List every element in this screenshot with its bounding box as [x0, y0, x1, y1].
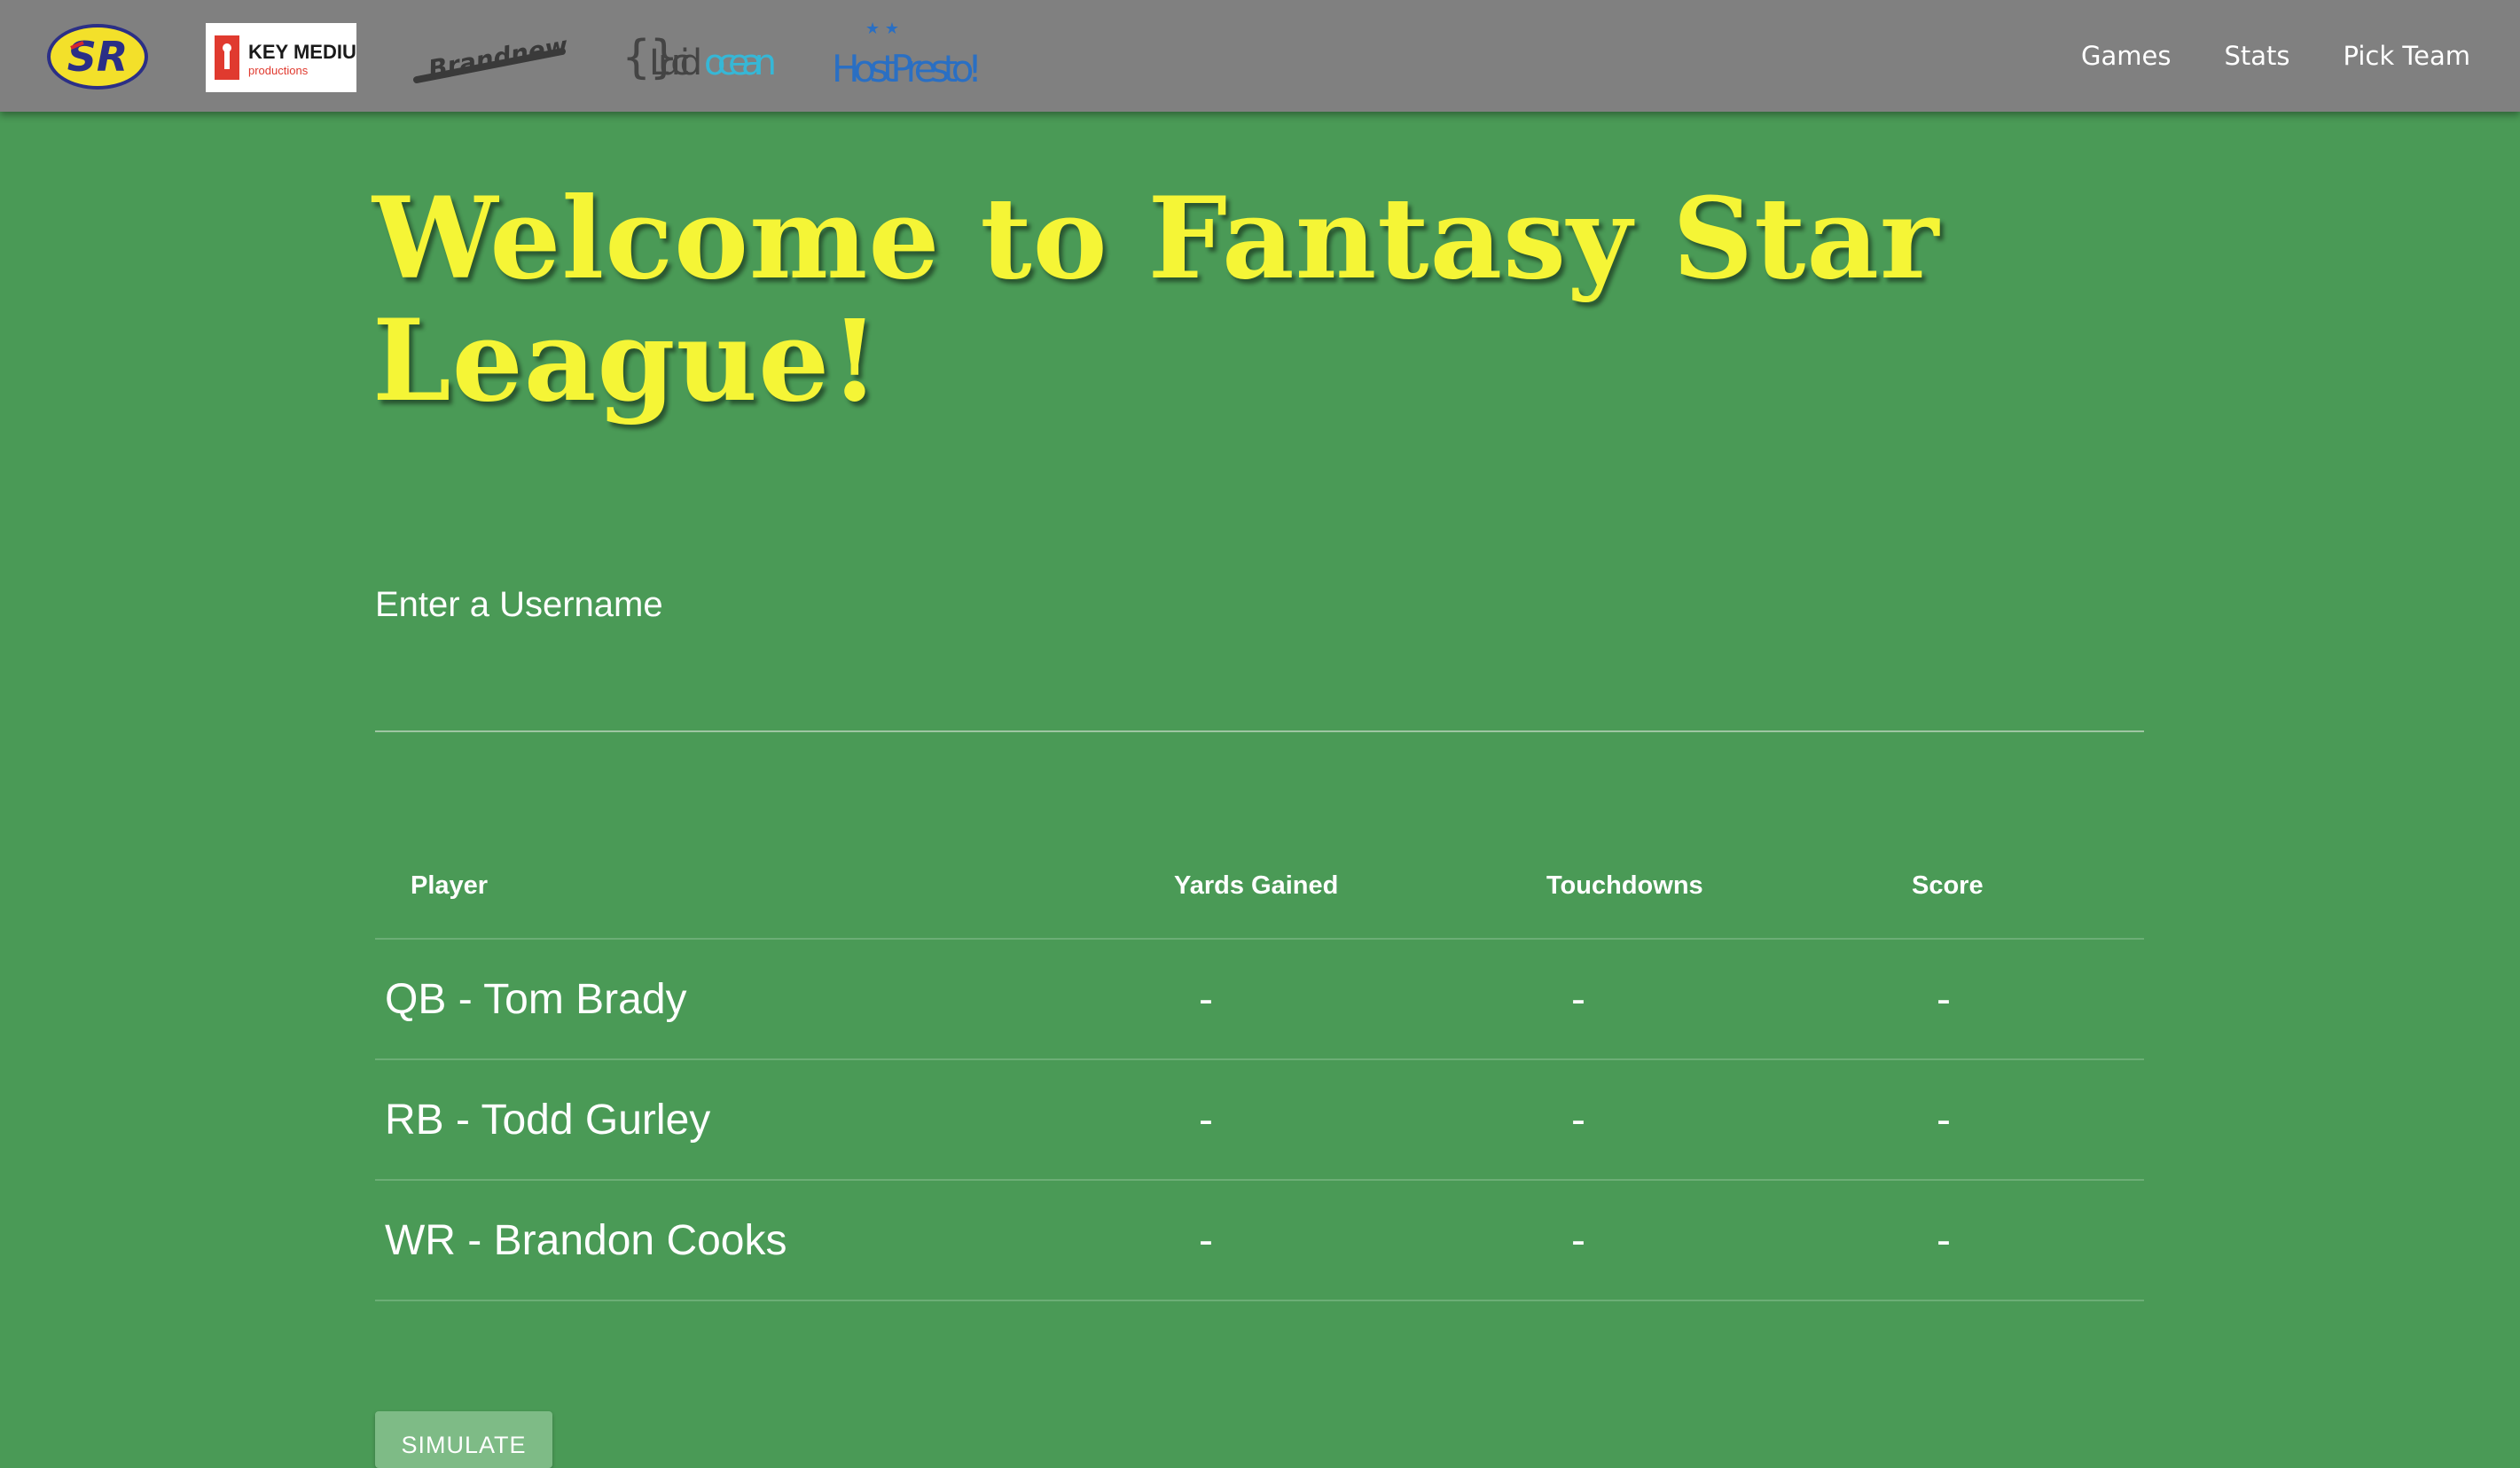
player-name: RB - Todd Gurley — [375, 1059, 1169, 1181]
player-name: QB - Tom Brady — [375, 939, 1169, 1060]
yards-gained-value: - — [1169, 1059, 1541, 1181]
yards-gained-value: - — [1169, 1180, 1541, 1301]
keymedium-logo[interactable]: KEY MEDIUM productions — [206, 23, 356, 92]
hostpresto-logo-text: HostPresto! — [832, 47, 982, 90]
touchdowns-value: - — [1541, 939, 1906, 1060]
score-value: - — [1906, 1059, 2144, 1181]
page-title: Welcome to Fantasy Star League! — [372, 173, 1940, 426]
player-name: WR - Brandon Cooks — [375, 1180, 1169, 1301]
simulate-button[interactable]: SIMULATE — [375, 1411, 552, 1468]
hostpresto-logo[interactable]: ★ ★ HostPresto! — [828, 14, 988, 94]
username-input[interactable] — [375, 647, 2144, 732]
table-row: WR - Brandon Cooks - - - — [375, 1180, 2144, 1301]
username-label: Enter a Username — [375, 585, 663, 624]
column-header-score: Score — [1906, 833, 2144, 940]
nav-links: Games Stats Pick Team — [2081, 0, 2470, 112]
table-row: QB - Tom Brady - - - — [375, 939, 2144, 1060]
lucidocean-logo-graphic: {} Lucid ocean — [622, 31, 777, 84]
touchdowns-value: - — [1541, 1180, 1906, 1301]
keymedium-logo-text: KEY MEDIUM — [248, 41, 356, 63]
table-row: RB - Todd Gurley - - - — [375, 1059, 2144, 1181]
keymedium-logo-graphic: KEY MEDIUM productions — [215, 35, 356, 80]
brandnewweb-logo-graphic: Brandnew web — [413, 21, 569, 84]
player-stats-table: Player Yards Gained Touchdowns Score QB … — [375, 833, 2144, 1301]
svg-text:★ ★: ★ ★ — [865, 20, 899, 38]
nav-link-games[interactable]: Games — [2081, 41, 2171, 71]
nav-link-stats[interactable]: Stats — [2224, 41, 2289, 71]
sr-logo-graphic: SR — [47, 24, 148, 90]
lucidocean-logo-text-light: ocean — [704, 43, 777, 83]
yards-gained-value: - — [1169, 939, 1541, 1060]
top-navbar: SR KEY MEDIUM productions Brandnew web {… — [0, 0, 2520, 112]
brandnewweb-logo[interactable]: Brandnew web — [410, 21, 569, 94]
hostpresto-logo-graphic: ★ ★ HostPresto! — [832, 20, 982, 90]
table-header-row: Player Yards Gained Touchdowns Score — [375, 833, 2144, 940]
touchdowns-value: - — [1541, 1059, 1906, 1181]
column-header-player: Player — [375, 833, 1169, 940]
sr-logo-text: SR — [67, 33, 129, 81]
sr-logo[interactable]: SR — [44, 21, 151, 92]
lucidocean-logo[interactable]: {} Lucid ocean — [621, 18, 780, 98]
score-value: - — [1906, 939, 2144, 1060]
column-header-yards-gained: Yards Gained — [1169, 833, 1541, 940]
keymedium-logo-subtext: productions — [248, 64, 309, 77]
brandnewweb-logo-text: Brandnew web — [427, 21, 569, 84]
nav-link-pick-team[interactable]: Pick Team — [2343, 41, 2470, 71]
lucidocean-logo-text-dark: Lucid — [649, 43, 702, 83]
column-header-touchdowns: Touchdowns — [1541, 833, 1906, 940]
score-value: - — [1906, 1180, 2144, 1301]
